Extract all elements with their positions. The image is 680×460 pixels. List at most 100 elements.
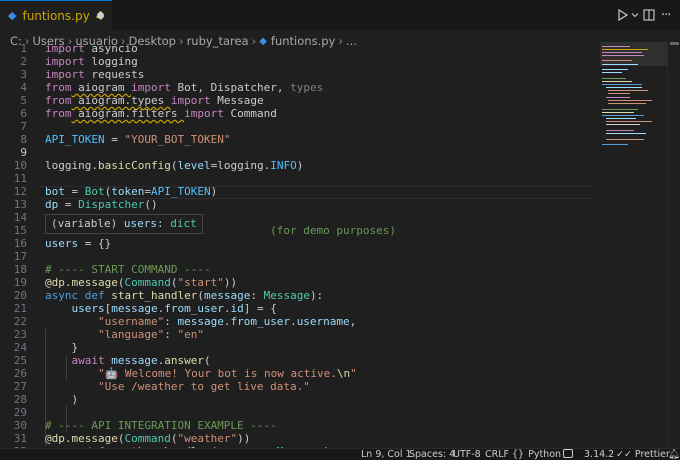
minimap-line: [602, 60, 632, 61]
code-line[interactable]: 29: [0, 406, 600, 419]
minimap-line: [602, 84, 642, 85]
code-token: :: [250, 289, 264, 302]
more-actions-button[interactable]: ···: [661, 0, 671, 30]
vertical-scrollbar[interactable]: [667, 42, 680, 448]
code-line[interactable]: 5 from aiogram.types import Message: [0, 94, 600, 107]
minimap-line: [602, 144, 628, 145]
minimap-line: [602, 78, 626, 79]
run-button[interactable]: [617, 0, 629, 30]
minimap-line: [608, 100, 652, 101]
code-line[interactable]: 1 import asyncio: [0, 42, 600, 55]
split-editor-button[interactable]: [643, 0, 655, 30]
code-token: message: [177, 315, 224, 328]
code-token: logging: [84, 55, 138, 68]
code-line[interactable]: 2 import logging: [0, 55, 600, 68]
minimap-line: [602, 46, 630, 47]
code-token: message: [111, 354, 158, 367]
code-token: = {}: [78, 237, 112, 250]
code-line[interactable]: 24 }: [0, 341, 600, 354]
code-token: INFO: [270, 159, 297, 172]
status-cursor-position[interactable]: Ln 9, Col 1: [361, 449, 412, 460]
code-token: types: [290, 81, 324, 94]
code-token: @dp.message: [45, 432, 118, 445]
code-content: "username": message.from_user.username,: [45, 315, 356, 328]
code-token: (: [203, 354, 211, 367]
code-token: =: [64, 185, 85, 198]
code-line[interactable]: 6 from aiogram.filters import Command: [0, 107, 600, 120]
code-token: ": [97, 367, 105, 380]
code-line[interactable]: 17: [0, 250, 600, 263]
code-token: @dp.message: [45, 276, 118, 289]
code-line[interactable]: 10 logging.basicConfig(level=logging.INFO…: [0, 159, 600, 172]
code-line[interactable]: 30 # ---- API INTEGRATION EXAMPLE ----: [0, 419, 600, 432]
code-line[interactable]: 8 API_TOKEN = "YOUR_BOT_TOKEN": [0, 133, 600, 146]
status-encoding[interactable]: UTF-8: [453, 449, 481, 460]
code-line[interactable]: 27 "Use /weather to get live data.": [0, 380, 600, 393]
line-number: 27: [13, 380, 27, 393]
status-notifications[interactable]: 🔔︎: [668, 449, 680, 460]
code-token: =: [58, 198, 79, 211]
status-formatter[interactable]: ✓✓ Prettier: [616, 449, 670, 460]
code-line[interactable]: 3 import requests: [0, 68, 600, 81]
code-line[interactable]: 4 from aiogram import Bot, Dispatcher, ty…: [0, 81, 600, 94]
more-icon: ···: [661, 7, 671, 23]
code-line[interactable]: 22 "username": message.from_user.usernam…: [0, 315, 600, 328]
line-number: 19: [13, 276, 27, 289]
code-line[interactable]: 28 ): [0, 393, 600, 406]
code-token: from_user: [164, 302, 224, 315]
code-line[interactable]: 25 await message.answer(: [0, 354, 600, 367]
code-line[interactable]: 9: [0, 146, 600, 159]
status-interpreter-icon-button[interactable]: [563, 449, 573, 460]
code-token: :: [164, 315, 178, 328]
line-number: 10: [13, 159, 27, 172]
code-token: :: [164, 328, 178, 341]
hover-tooltip: (variable) users: dict: [45, 214, 203, 234]
code-token: id: [230, 302, 244, 315]
code-token: )): [223, 276, 238, 289]
code-token: Bot: [84, 185, 105, 198]
unsaved-dot-icon[interactable]: [97, 12, 104, 19]
code-line[interactable]: 11: [0, 172, 600, 185]
minimap[interactable]: [600, 42, 667, 448]
code-line[interactable]: 12 bot = Bot(token=API_TOKEN): [0, 185, 600, 198]
code-token: requests: [84, 68, 145, 81]
code-line[interactable]: 13 dp = Dispatcher(): [0, 198, 600, 211]
code-content: @dp.message(Command("weather")): [45, 432, 250, 445]
code-line[interactable]: 7: [0, 120, 600, 133]
editor-tab[interactable]: ◆ funtions.py 4: [0, 0, 112, 30]
status-python-version[interactable]: 3.14.2: [584, 449, 614, 460]
code-line[interactable]: 26 "🤖 Welcome! Your bot is now active.\n…: [0, 367, 600, 380]
code-token: basicConfig: [97, 159, 171, 172]
code-line[interactable]: 16 users = {}: [0, 237, 600, 250]
line-number: 15: [13, 224, 27, 237]
line-number: 18: [13, 263, 27, 276]
hover-separator: :: [156, 217, 171, 230]
code-line[interactable]: 18 # ---- START COMMAND ----: [0, 263, 600, 276]
code-token: aiogram: [71, 81, 132, 94]
code-line[interactable]: 21 users[message.from_user.id] = {: [0, 302, 600, 315]
status-formatter-label: Prettier: [634, 449, 670, 460]
status-indentation[interactable]: Spaces: 4: [409, 449, 455, 460]
code-line[interactable]: 20 async def start_handler(message: Messa…: [0, 289, 600, 302]
minimap-line: [602, 52, 642, 53]
minimap-line: [608, 93, 630, 94]
hover-prefix: (variable): [51, 217, 124, 230]
code-token: Dispatcher: [78, 198, 145, 211]
code-line[interactable]: 31 @dp.message(Command("weather")): [0, 432, 600, 445]
code-line[interactable]: 23 "language": "en": [0, 328, 600, 341]
line-number: 7: [20, 120, 27, 133]
code-editor[interactable]: 1 import asyncio 2 import logging 3 import re…: [0, 42, 600, 448]
code-content: from aiogram.types import Message: [45, 94, 264, 107]
line-number: 1: [20, 42, 27, 55]
line-number: 22: [13, 315, 27, 328]
status-language[interactable]: {} Python: [512, 449, 561, 460]
status-eol[interactable]: CRLF: [485, 449, 509, 460]
python-file-icon: ◆: [8, 9, 17, 22]
code-token: \n: [336, 367, 351, 380]
code-token: ] = {: [243, 302, 277, 315]
code-line[interactable]: 19 @dp.message(Command("start")): [0, 276, 600, 289]
run-dropdown-button[interactable]: [631, 0, 639, 30]
